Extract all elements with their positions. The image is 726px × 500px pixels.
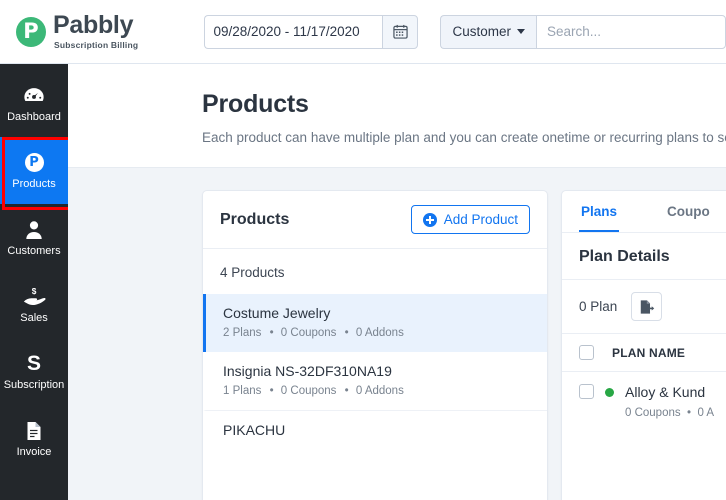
- content-area: Products Add Product 4 Products Costume …: [68, 168, 726, 500]
- products-count: 4 Products: [220, 265, 285, 280]
- sidebar-item-label: Invoice: [16, 445, 52, 458]
- plan-row-content: Alloy & Kund 0 Coupons • 0 A: [625, 384, 714, 419]
- hand-dollar-icon: $: [22, 286, 46, 308]
- product-meta: 1 Plans • 0 Coupons • 0 Addons: [223, 385, 530, 397]
- top-bar: P Pabbly Subscription Billing 09/28/2020…: [0, 0, 726, 64]
- select-all-checkbox[interactable]: [579, 345, 594, 360]
- sidebar: Dashboard P Products Customers $ Sales S…: [0, 64, 72, 500]
- product-plans-count: 1 Plans: [223, 385, 262, 397]
- tachometer-icon: [23, 85, 45, 107]
- sidebar-item-label: Sales: [20, 311, 48, 324]
- svg-text:$: $: [32, 286, 37, 296]
- product-coupons-count: 0 Coupons: [280, 385, 337, 397]
- sidebar-item-sales[interactable]: $ Sales: [0, 271, 68, 338]
- column-header-plan-name: PLAN NAME: [612, 345, 686, 360]
- plan-meta: 0 Coupons • 0 A: [625, 407, 714, 419]
- brand-subtitle: Subscription Billing: [54, 39, 139, 50]
- plans-table-row[interactable]: Alloy & Kund 0 Coupons • 0 A: [562, 372, 726, 431]
- sidebar-item-label: Customers: [7, 244, 61, 257]
- product-meta: 2 Plans • 0 Coupons • 0 Addons: [223, 327, 530, 339]
- product-addons-count: 0 Addons: [355, 385, 404, 397]
- product-name: PIKACHU: [223, 422, 286, 438]
- plans-card: Plans Coupo Plan Details 0 Plan PLAN NAM…: [561, 190, 726, 500]
- sidebar-item-label: Products: [12, 177, 56, 190]
- product-coupons-count: 0 Coupons: [280, 327, 337, 339]
- date-range-input[interactable]: 09/28/2020 - 11/17/2020: [204, 14, 383, 49]
- row-checkbox[interactable]: [579, 384, 594, 399]
- tab-plans[interactable]: Plans: [579, 191, 620, 232]
- brand-logo[interactable]: P Pabbly Subscription Billing: [0, 13, 204, 50]
- sidebar-item-customers[interactable]: Customers: [0, 204, 68, 271]
- bullet-separator-icon: •: [344, 385, 349, 397]
- products-card: Products Add Product 4 Products Costume …: [202, 190, 548, 500]
- bullet-separator-icon: •: [344, 327, 349, 339]
- topbar-controls: 09/28/2020 - 11/17/2020 Customer Search.…: [204, 14, 726, 49]
- page-header: Products Each product can have multiple …: [68, 64, 726, 168]
- date-range-group: 09/28/2020 - 11/17/2020: [204, 14, 419, 49]
- customer-filter-label: Customer: [452, 24, 511, 39]
- plus-circle-icon: [422, 212, 437, 227]
- tab-coupons[interactable]: Coupo: [665, 191, 712, 232]
- customer-filter-dropdown[interactable]: Customer: [440, 14, 536, 49]
- product-p-icon: P: [24, 152, 44, 174]
- page-subtitle: Each product can have multiple plan and …: [202, 130, 726, 145]
- plan-details-title: Plan Details: [562, 233, 726, 280]
- plan-count-row: 0 Plan: [562, 280, 726, 334]
- app-root: P Pabbly Subscription Billing 09/28/2020…: [0, 0, 726, 500]
- sidebar-item-label: Subscription: [3, 378, 65, 391]
- product-name: Costume Jewelry: [223, 305, 331, 321]
- search-group: Customer: [440, 14, 726, 49]
- add-product-button[interactable]: Add Product: [410, 205, 530, 234]
- sidebar-item-subscription[interactable]: S Subscription: [0, 338, 68, 405]
- pabbly-logo-icon: P: [16, 16, 46, 47]
- product-plans-count: 2 Plans: [223, 327, 262, 339]
- page-title: Products: [202, 90, 309, 118]
- add-product-label: Add Product: [443, 212, 518, 227]
- sidebar-item-products[interactable]: P Products: [0, 137, 72, 210]
- file-invoice-icon: [26, 420, 42, 442]
- plans-table-header: PLAN NAME: [562, 334, 726, 372]
- sidebar-item-dashboard[interactable]: Dashboard: [0, 70, 68, 137]
- calendar-icon: [393, 24, 408, 39]
- product-addons-count: 0 Addons: [355, 327, 404, 339]
- plan-name: Alloy & Kund: [625, 384, 706, 400]
- plan-count-label: 0 Plan: [579, 299, 618, 314]
- brand-text: Pabbly Subscription Billing: [53, 13, 138, 50]
- plan-coupons-count: 0 Coupons: [625, 407, 681, 419]
- calendar-button[interactable]: [382, 14, 419, 49]
- user-icon: [25, 219, 43, 241]
- products-card-title: Products: [220, 210, 290, 228]
- plans-card-tabs: Plans Coupo: [562, 191, 726, 233]
- main-content: Products Each product can have multiple …: [68, 64, 726, 500]
- product-name: Insignia NS-32DF310NA19: [223, 363, 392, 379]
- search-input[interactable]: [536, 14, 726, 49]
- brand-name: Pabbly: [53, 11, 134, 40]
- s-letter-icon: S: [26, 352, 41, 375]
- products-card-header: Products Add Product: [203, 191, 547, 249]
- export-plans-button[interactable]: [631, 292, 663, 321]
- file-export-icon: [640, 299, 654, 314]
- sidebar-item-invoice[interactable]: Invoice: [0, 405, 68, 472]
- bullet-separator-icon: •: [683, 407, 695, 419]
- plan-addons-count: 0 A: [697, 407, 715, 419]
- bullet-separator-icon: •: [269, 327, 274, 339]
- product-list-item[interactable]: PIKACHU: [203, 410, 547, 451]
- logo-letter: P: [23, 18, 39, 43]
- sidebar-item-label: Dashboard: [7, 110, 61, 123]
- chevron-down-icon: [517, 29, 525, 34]
- product-list-item[interactable]: Costume Jewelry 2 Plans • 0 Coupons • 0 …: [203, 294, 547, 352]
- product-list-item[interactable]: Insignia NS-32DF310NA19 1 Plans • 0 Coup…: [203, 352, 547, 410]
- bullet-separator-icon: •: [269, 385, 274, 397]
- status-active-icon: [605, 388, 614, 397]
